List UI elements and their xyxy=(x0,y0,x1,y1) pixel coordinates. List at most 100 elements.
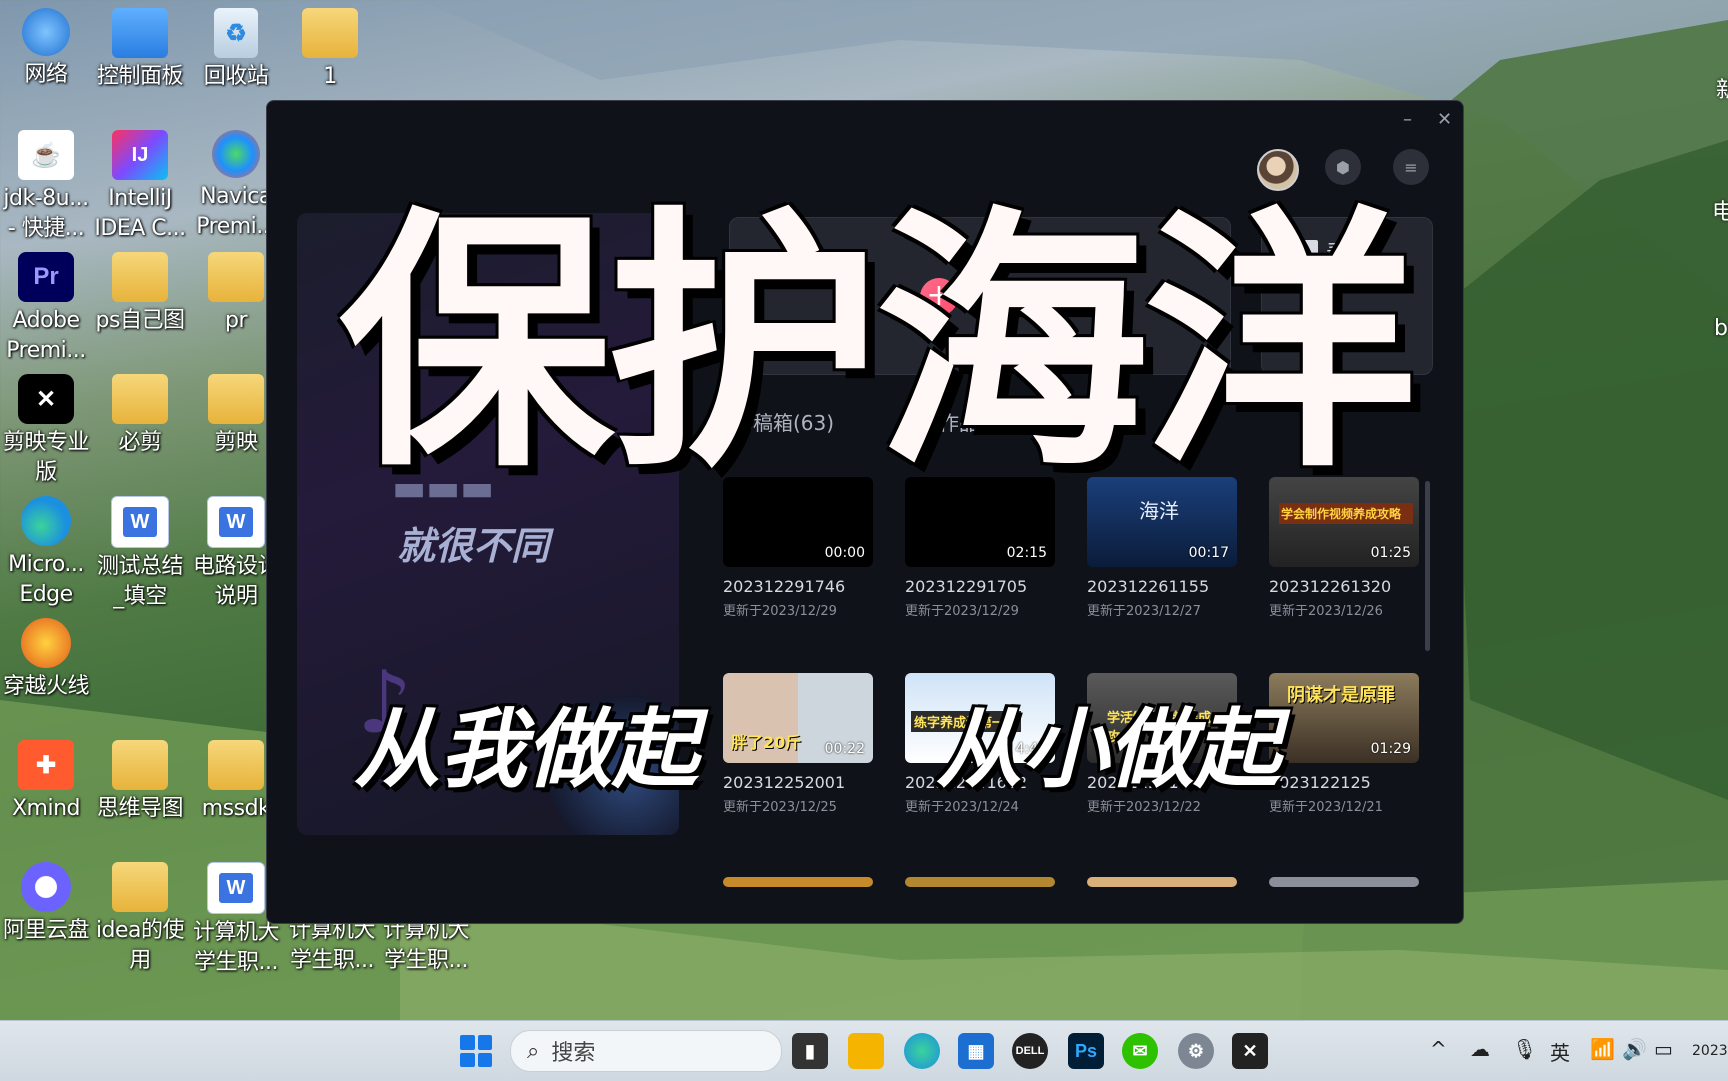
desktop-icon-label: 回收站 xyxy=(203,64,269,89)
desktop-icon-crossfire[interactable]: 穿越火线 xyxy=(0,610,92,702)
windows-start-icon[interactable] xyxy=(460,1035,492,1067)
draft-duration: 00:17 xyxy=(1188,545,1229,561)
folder-icon xyxy=(112,252,168,302)
desktop-icon-capcut-pro[interactable]: ✕ 剪映专业 版 xyxy=(0,366,92,488)
desktop-icon-label: jdk-8u... - 快捷... xyxy=(3,186,89,241)
draft-updated: 更新于2023/12/26 xyxy=(1269,604,1383,619)
desktop-icon-label: 网络 xyxy=(24,62,68,87)
desktop-icon-network[interactable]: 网络 xyxy=(0,0,92,90)
folder-icon xyxy=(208,252,264,302)
desktop-icon-aliyun-drive[interactable]: 阿里云盘 xyxy=(0,854,92,946)
word-doc-icon: W xyxy=(207,496,265,548)
desktop-icon-bijian[interactable]: 必剪 xyxy=(94,366,186,458)
draft-duration: 00:22 xyxy=(824,741,865,757)
thumb-caption: 阴谋才是原罪 xyxy=(1287,685,1395,706)
dell-icon[interactable]: DELL xyxy=(1012,1033,1048,1069)
wifi-icon[interactable]: 📶 xyxy=(1590,1037,1615,1061)
microphone-icon[interactable]: 🎙 xyxy=(1512,1037,1537,1061)
desktop-icon-label: 计算机大 学生职... xyxy=(382,918,470,973)
desktop-icon-label: ps自己图 xyxy=(95,308,185,333)
draft-duration: 02:15 xyxy=(1006,545,1047,561)
folder-icon xyxy=(112,862,168,912)
draft-card-partial[interactable] xyxy=(723,877,875,887)
desktop-icon-jdk[interactable]: ☕ jdk-8u... - 快捷... xyxy=(0,122,92,244)
desktop-icon-idea-usage[interactable]: idea的使 用 xyxy=(94,854,186,976)
user-folder-icon xyxy=(302,8,358,58)
thumb-caption: 胖了20斤 xyxy=(731,733,802,752)
folder-icon xyxy=(208,374,264,424)
word-doc-icon: W xyxy=(207,862,265,914)
desktop-icon-user-folder[interactable]: 1 xyxy=(284,0,376,92)
desktop-icon-label: 1 xyxy=(323,64,337,89)
overlay-title: 保护海洋 xyxy=(339,185,1417,504)
draft-updated: 更新于2023/12/25 xyxy=(723,800,837,815)
ime-indicator[interactable]: 英 xyxy=(1550,1037,1570,1066)
draft-name: 202312291746 xyxy=(723,577,846,596)
draft-name: 2023122125 xyxy=(1269,773,1371,792)
draft-duration: 01:25 xyxy=(1370,545,1411,561)
desktop-icon-recycle-bin[interactable]: ♻ 回收站 xyxy=(190,0,282,92)
minimize-button[interactable]: – xyxy=(1403,109,1412,130)
capcut-icon: ✕ xyxy=(18,374,74,424)
desktop-icon-edge[interactable]: Micro... Edge xyxy=(0,488,92,610)
xmind-icon: ✚ xyxy=(18,740,74,790)
intellij-icon: IJ xyxy=(112,130,168,180)
right-edge-label-2: 电 xyxy=(1712,200,1728,225)
draft-name: 202312261155 xyxy=(1087,577,1210,596)
draft-thumbnail: 胖了20斤 00:22 xyxy=(723,673,873,763)
draft-name: 202312261320 xyxy=(1269,577,1392,596)
right-edge-label-1: 新 xyxy=(1716,78,1728,103)
navicat-icon xyxy=(212,130,260,178)
control-panel-icon xyxy=(112,8,168,58)
desktop-icon-label: 计算机大 学生职... xyxy=(288,918,376,973)
search-icon: ⌕ xyxy=(527,1038,540,1064)
draft-thumbnail xyxy=(905,877,1055,887)
photoshop-icon[interactable]: Ps xyxy=(1068,1033,1104,1069)
draft-thumbnail xyxy=(723,877,873,887)
edge-taskbar-icon[interactable] xyxy=(904,1033,940,1069)
capcut-taskbar-icon[interactable]: ✕ xyxy=(1232,1033,1268,1069)
desktop-icon-intellij[interactable]: IJ IntelliJ IDEA C... xyxy=(94,122,186,244)
draft-card-partial[interactable] xyxy=(1087,877,1239,887)
taskbar-search[interactable]: ⌕ 搜索 xyxy=(510,1030,782,1072)
premiere-icon: Pr xyxy=(18,252,74,302)
draft-thumbnail: 阴谋才是原罪 01:29 xyxy=(1269,673,1419,763)
cloud-icon[interactable]: ☁ xyxy=(1470,1037,1490,1061)
close-button[interactable]: ✕ xyxy=(1437,109,1452,130)
recycle-bin-icon: ♻ xyxy=(214,8,258,58)
draft-card[interactable]: 阴谋才是原罪 01:29 2023122125 更新于2023/12/21 xyxy=(1269,673,1421,815)
aliyun-drive-icon xyxy=(21,862,71,912)
desktop-icon-label: Micro... Edge xyxy=(8,552,84,607)
desktop-icon-control-panel[interactable]: 控制面板 xyxy=(94,0,186,92)
desktop-icon-ps-folder[interactable]: ps自己图 xyxy=(94,244,186,336)
chevron-up-icon[interactable]: ^ xyxy=(1430,1037,1447,1061)
draft-card-partial[interactable] xyxy=(905,877,1057,887)
draft-card-partial[interactable] xyxy=(1269,877,1421,887)
draft-card[interactable]: 胖了20斤 00:22 202312252001 更新于2023/12/25 xyxy=(723,673,875,815)
right-edge-label-3: b xyxy=(1714,316,1728,341)
edge-icon xyxy=(21,496,71,546)
desktop-icon-mindmap[interactable]: 思维导图 xyxy=(94,732,186,824)
draft-updated: 更新于2023/12/21 xyxy=(1269,800,1383,815)
file-explorer-icon[interactable] xyxy=(848,1033,884,1069)
desktop-icon-xmind[interactable]: ✚ Xmind xyxy=(0,732,92,824)
desktop-icon-label: 思维导图 xyxy=(96,796,184,821)
promo-slogan: 就很不同 xyxy=(397,524,550,568)
store-icon[interactable]: ▦ xyxy=(958,1033,994,1069)
desktop-icon-test-summary[interactable]: W 测试总结 _填空 xyxy=(94,488,186,612)
settings-taskbar-icon[interactable]: ⚙ xyxy=(1178,1033,1214,1069)
wechat-icon[interactable]: ✉ xyxy=(1122,1033,1158,1069)
java-icon: ☕ xyxy=(18,130,74,180)
taskbar: ⌕ 搜索 ▮ ▦ DELL Ps ✉ ⚙ ✕ ^ ☁ 🎙 英 📶 🔊 ▭ 202… xyxy=(0,1020,1728,1081)
folder-icon xyxy=(112,374,168,424)
volume-icon[interactable]: 🔊 xyxy=(1622,1037,1647,1061)
desktop-icon-label: IntelliJ IDEA C... xyxy=(94,186,186,241)
task-view-icon[interactable]: ▮ xyxy=(792,1033,828,1069)
desktop-icon-premiere[interactable]: Pr Adobe Premi... xyxy=(0,244,92,366)
desktop-icon-label: Xmind xyxy=(11,796,81,821)
overlay-subtitle-right: 从小做起 xyxy=(936,699,1280,800)
clock[interactable]: 2023 xyxy=(1692,1043,1728,1059)
desktop-icon-label: Adobe Premi... xyxy=(6,308,86,363)
battery-icon[interactable]: ▭ xyxy=(1654,1037,1673,1061)
folder-icon xyxy=(112,740,168,790)
